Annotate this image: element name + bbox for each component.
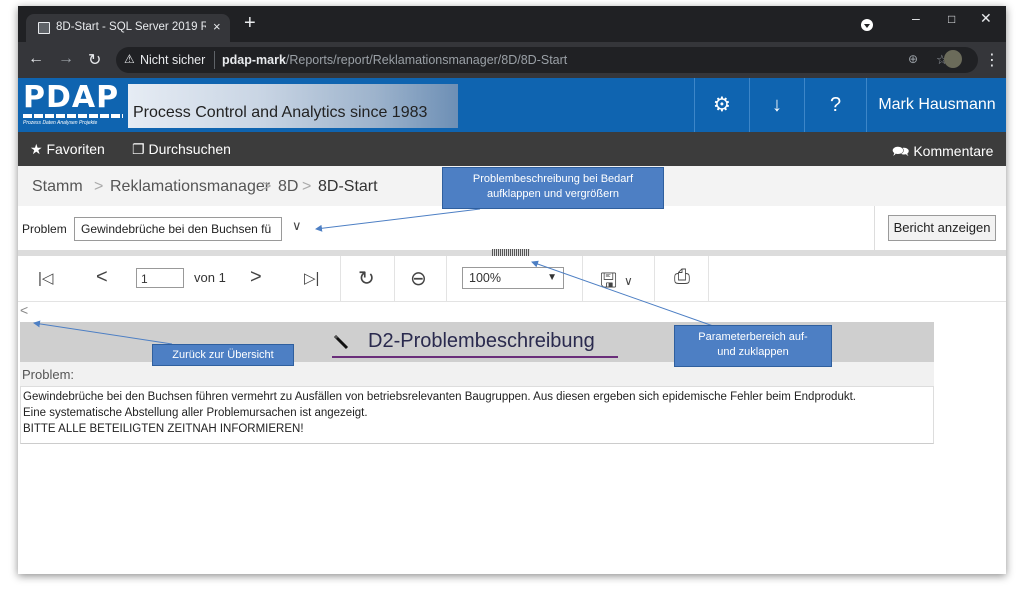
arrow-problem-desc	[315, 208, 481, 232]
callout-parameter-toggle: Parameterbereich auf- und zuklappen	[674, 325, 832, 367]
callout-problem-description: Problembeschreibung bei Bedarf aufklappe…	[442, 167, 664, 209]
callout-text-line: Parameterbereich auf-	[698, 331, 808, 343]
callout-text-line: aufklappen und vergrößern	[486, 188, 620, 200]
callout-text-line: Problembeschreibung bei Bedarf	[472, 173, 634, 185]
callout-text-line: Zurück zur Übersicht	[172, 349, 274, 361]
arrow-param-toggle	[531, 260, 717, 328]
arrow-back-overview	[33, 320, 173, 345]
callout-back-overview: Zurück zur Übersicht	[152, 344, 294, 366]
callout-text-line: und zuklappen	[717, 346, 789, 358]
annotation-arrows	[33, 208, 717, 345]
